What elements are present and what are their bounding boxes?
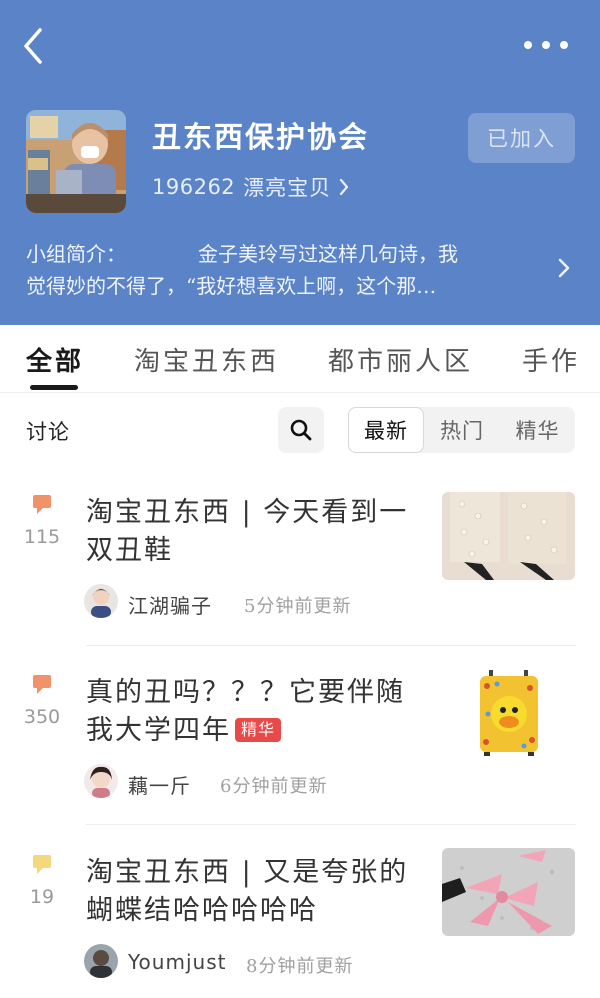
- post-thumbnail[interactable]: [442, 668, 575, 756]
- post-item[interactable]: 115 淘宝丑东西 | 今天看到一双丑鞋 江湖骗子 5分钟前更新: [0, 480, 600, 645]
- joined-button[interactable]: 已加入: [468, 113, 575, 163]
- group-header: 丑东西保护协会 196262 漂亮宝贝 已加入 小组简介： 金子美玲写过这样几句诗…: [0, 0, 600, 325]
- divider: [86, 824, 576, 825]
- chevron-left-icon[interactable]: [16, 26, 52, 66]
- sort-hot[interactable]: 热门: [424, 407, 500, 453]
- post-time: 6分钟前更新: [220, 776, 328, 797]
- intro-text-line2: 觉得妙的不得了，“我好想喜欢上啊，这个那…: [26, 274, 437, 298]
- user-name[interactable]: 藕一斤: [128, 770, 191, 799]
- post-thumbnail[interactable]: [442, 492, 575, 580]
- intro-label: 小组简介：: [26, 242, 126, 266]
- divider: [86, 645, 576, 646]
- group-name: 丑东西保护协会: [152, 120, 370, 154]
- post-title[interactable]: 淘宝丑东西 | 今天看到一双丑鞋: [86, 494, 426, 570]
- intro-chevron-icon[interactable]: [556, 256, 572, 280]
- user-name[interactable]: Youmjust: [128, 950, 226, 974]
- featured-badge: 精华: [235, 718, 282, 742]
- tab-taobao[interactable]: 淘宝丑东西: [134, 341, 279, 378]
- tab-city-beauty[interactable]: 都市丽人区: [328, 341, 473, 378]
- post-time: 8分钟前更新: [246, 956, 354, 977]
- sort-segmented-control: 最新 热门 精华: [348, 407, 575, 453]
- group-members-link[interactable]: 196262 漂亮宝贝: [152, 172, 349, 202]
- comment-icon: [33, 675, 51, 694]
- post-item[interactable]: 19 淘宝丑东西 | 又是夸张的蝴蝶结哈哈哈哈哈 Youmjust 8分钟前更新: [0, 840, 600, 998]
- group-intro[interactable]: 小组简介： 金子美玲写过这样几句诗，我 觉得妙的不得了，“我好想喜欢上啊，这个那…: [26, 238, 546, 302]
- sort-latest[interactable]: 最新: [348, 407, 424, 453]
- intro-text-line1: 金子美玲写过这样几句诗，我: [198, 242, 458, 266]
- sort-featured[interactable]: 精华: [500, 407, 575, 453]
- user-avatar[interactable]: [84, 944, 118, 978]
- post-thumbnail[interactable]: [442, 848, 575, 936]
- chevron-right-icon: [340, 178, 349, 196]
- comment-icon: [33, 855, 51, 874]
- user-avatar[interactable]: [84, 764, 118, 798]
- comment-count: 19: [29, 886, 55, 908]
- post-title[interactable]: 真的丑吗？？？它要伴随我大学四年 精华: [86, 674, 426, 750]
- comment-icon: [33, 495, 51, 514]
- category-tabs: 全部 淘宝丑东西 都市丽人区 手作: [0, 325, 600, 393]
- user-avatar[interactable]: [84, 584, 118, 618]
- more-dots-icon[interactable]: [524, 30, 568, 60]
- member-label: 漂亮宝贝: [243, 176, 332, 200]
- active-tab-indicator: [30, 385, 78, 390]
- group-avatar: [26, 110, 126, 213]
- tab-all[interactable]: 全部: [26, 341, 84, 378]
- discussion-label: 讨论: [26, 420, 70, 444]
- tab-handmade[interactable]: 手作: [522, 341, 580, 378]
- search-icon: [290, 419, 312, 441]
- search-button[interactable]: [278, 407, 324, 453]
- comment-count: 350: [23, 706, 61, 728]
- user-name[interactable]: 江湖骗子: [128, 590, 212, 619]
- comment-count: 115: [23, 526, 61, 548]
- post-time: 5分钟前更新: [244, 596, 352, 617]
- post-item[interactable]: 350 真的丑吗？？？它要伴随我大学四年 精华 藕一斤 6分钟前更新: [0, 660, 600, 825]
- member-count: 196262: [152, 175, 236, 199]
- post-title[interactable]: 淘宝丑东西 | 又是夸张的蝴蝶结哈哈哈哈哈: [86, 854, 426, 930]
